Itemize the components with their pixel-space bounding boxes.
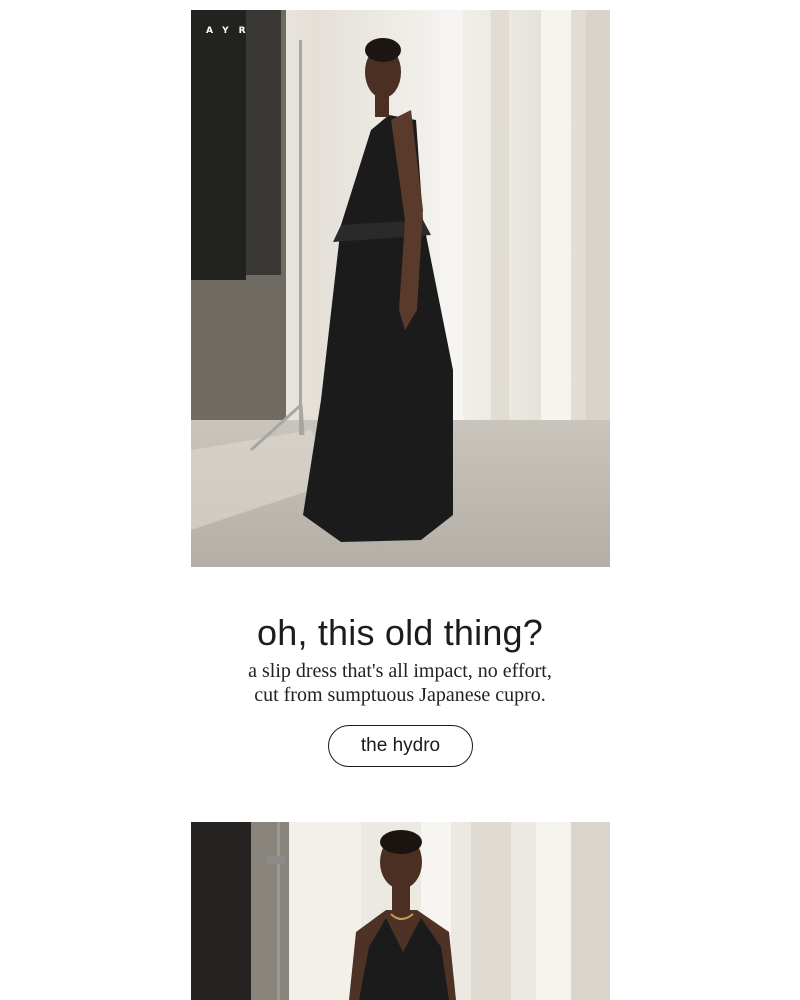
promo-body-line-1: a slip dress that's all impact, no effor… (248, 660, 552, 682)
second-photo (191, 822, 610, 1000)
promo-body-line-2: cut from sumptuous Japanese cupro. (254, 684, 546, 706)
shop-the-hydro-button[interactable]: the hydro (328, 725, 473, 767)
promo-body: a slip dress that's all impact, no effor… (0, 659, 800, 707)
second-product-image[interactable] (191, 822, 610, 1000)
promo-headline: oh, this old thing? (257, 612, 543, 653)
hero-image[interactable]: AYR (191, 10, 610, 567)
hero-photo (191, 10, 610, 567)
brand-logo[interactable]: AYR (206, 26, 256, 36)
